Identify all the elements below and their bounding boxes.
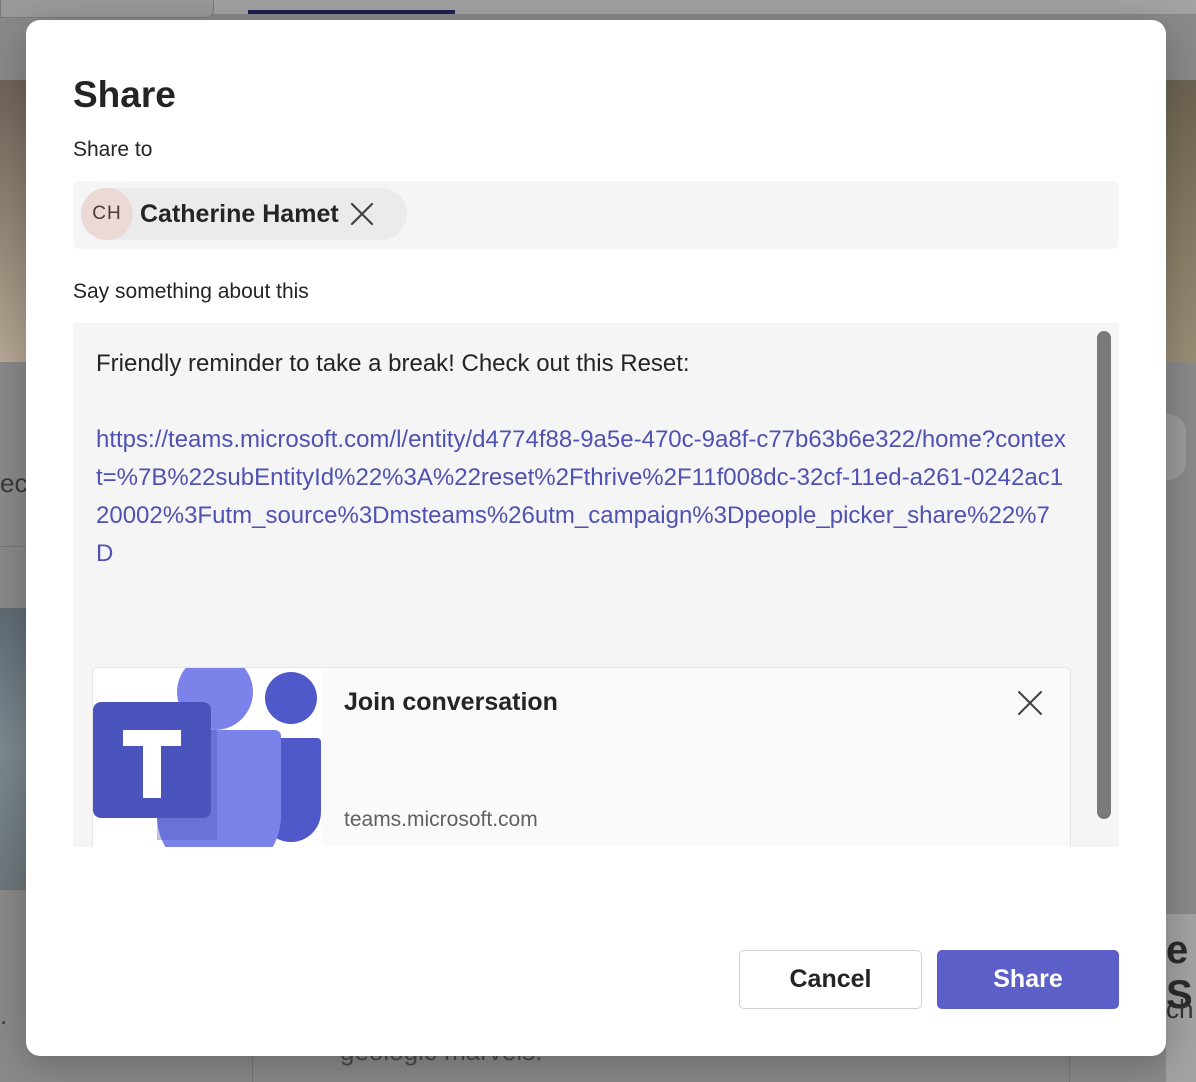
close-icon <box>350 202 373 226</box>
recipient-chip[interactable]: CH Catherine Hamet <box>81 188 407 240</box>
background-card-image <box>0 608 28 890</box>
recipient-picker-field[interactable]: CH Catherine Hamet <box>73 181 1119 249</box>
message-label: Say something about this <box>73 280 309 303</box>
background-text: ch <box>1166 994 1194 1024</box>
share-button[interactable]: Share <box>937 950 1119 1009</box>
background-divider <box>0 546 28 547</box>
dialog-title: Share <box>73 74 176 115</box>
message-link[interactable]: https://teams.microsoft.com/l/entity/d47… <box>96 421 1066 573</box>
remove-link-preview-button[interactable] <box>1013 686 1047 720</box>
background-text: ec <box>0 468 28 498</box>
share-dialog: Share Share to CH Catherine Hamet Say so… <box>26 20 1166 1056</box>
message-textarea[interactable]: Friendly reminder to take a break! Check… <box>73 323 1119 847</box>
message-text: Friendly reminder to take a break! Check… <box>96 350 690 377</box>
share-to-label: Share to <box>73 138 153 161</box>
link-preview-title: Join conversation <box>344 688 558 716</box>
background-active-tab-indicator <box>248 10 455 14</box>
message-scrollbar[interactable] <box>1097 331 1111 819</box>
background-card-image <box>0 80 28 362</box>
link-preview-domain: teams.microsoft.com <box>344 808 538 831</box>
cancel-button[interactable]: Cancel <box>739 950 922 1009</box>
microsoft-teams-logo-icon <box>93 668 321 847</box>
background-card-image <box>1166 80 1196 362</box>
link-preview-card: Join conversation teams.microsoft.com <box>92 667 1071 847</box>
remove-recipient-button[interactable] <box>347 199 377 229</box>
recipient-name: Catherine Hamet <box>140 199 339 228</box>
link-preview-thumbnail <box>93 668 321 847</box>
avatar: CH <box>81 188 133 240</box>
background-text: . <box>0 1000 8 1030</box>
close-icon <box>1018 691 1042 715</box>
background-search-box <box>0 0 214 18</box>
